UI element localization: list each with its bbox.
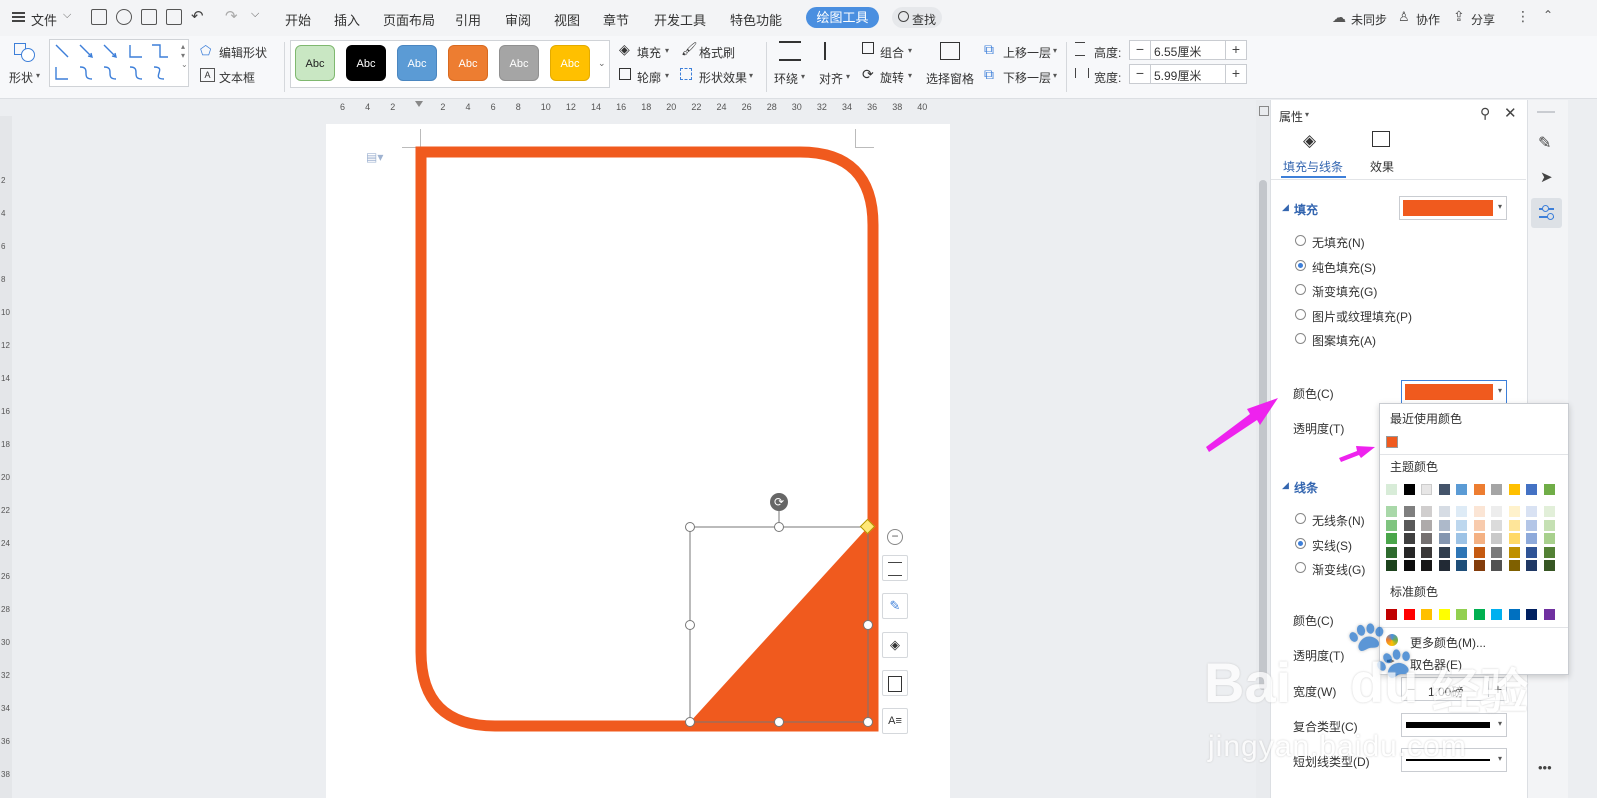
watermark-bai: Bai [1204,651,1292,714]
watermark-url: jingyan.baidu.com [1208,730,1467,763]
annotation-arrow-1 [1206,398,1278,452]
annotation-arrow-2 [1339,446,1375,462]
watermark-du: du [1350,651,1419,714]
watermark: 🐾 Bai du 经验 jingyan.baidu.com [1200,617,1530,790]
watermark-jingyan: 经验 [1432,666,1529,719]
